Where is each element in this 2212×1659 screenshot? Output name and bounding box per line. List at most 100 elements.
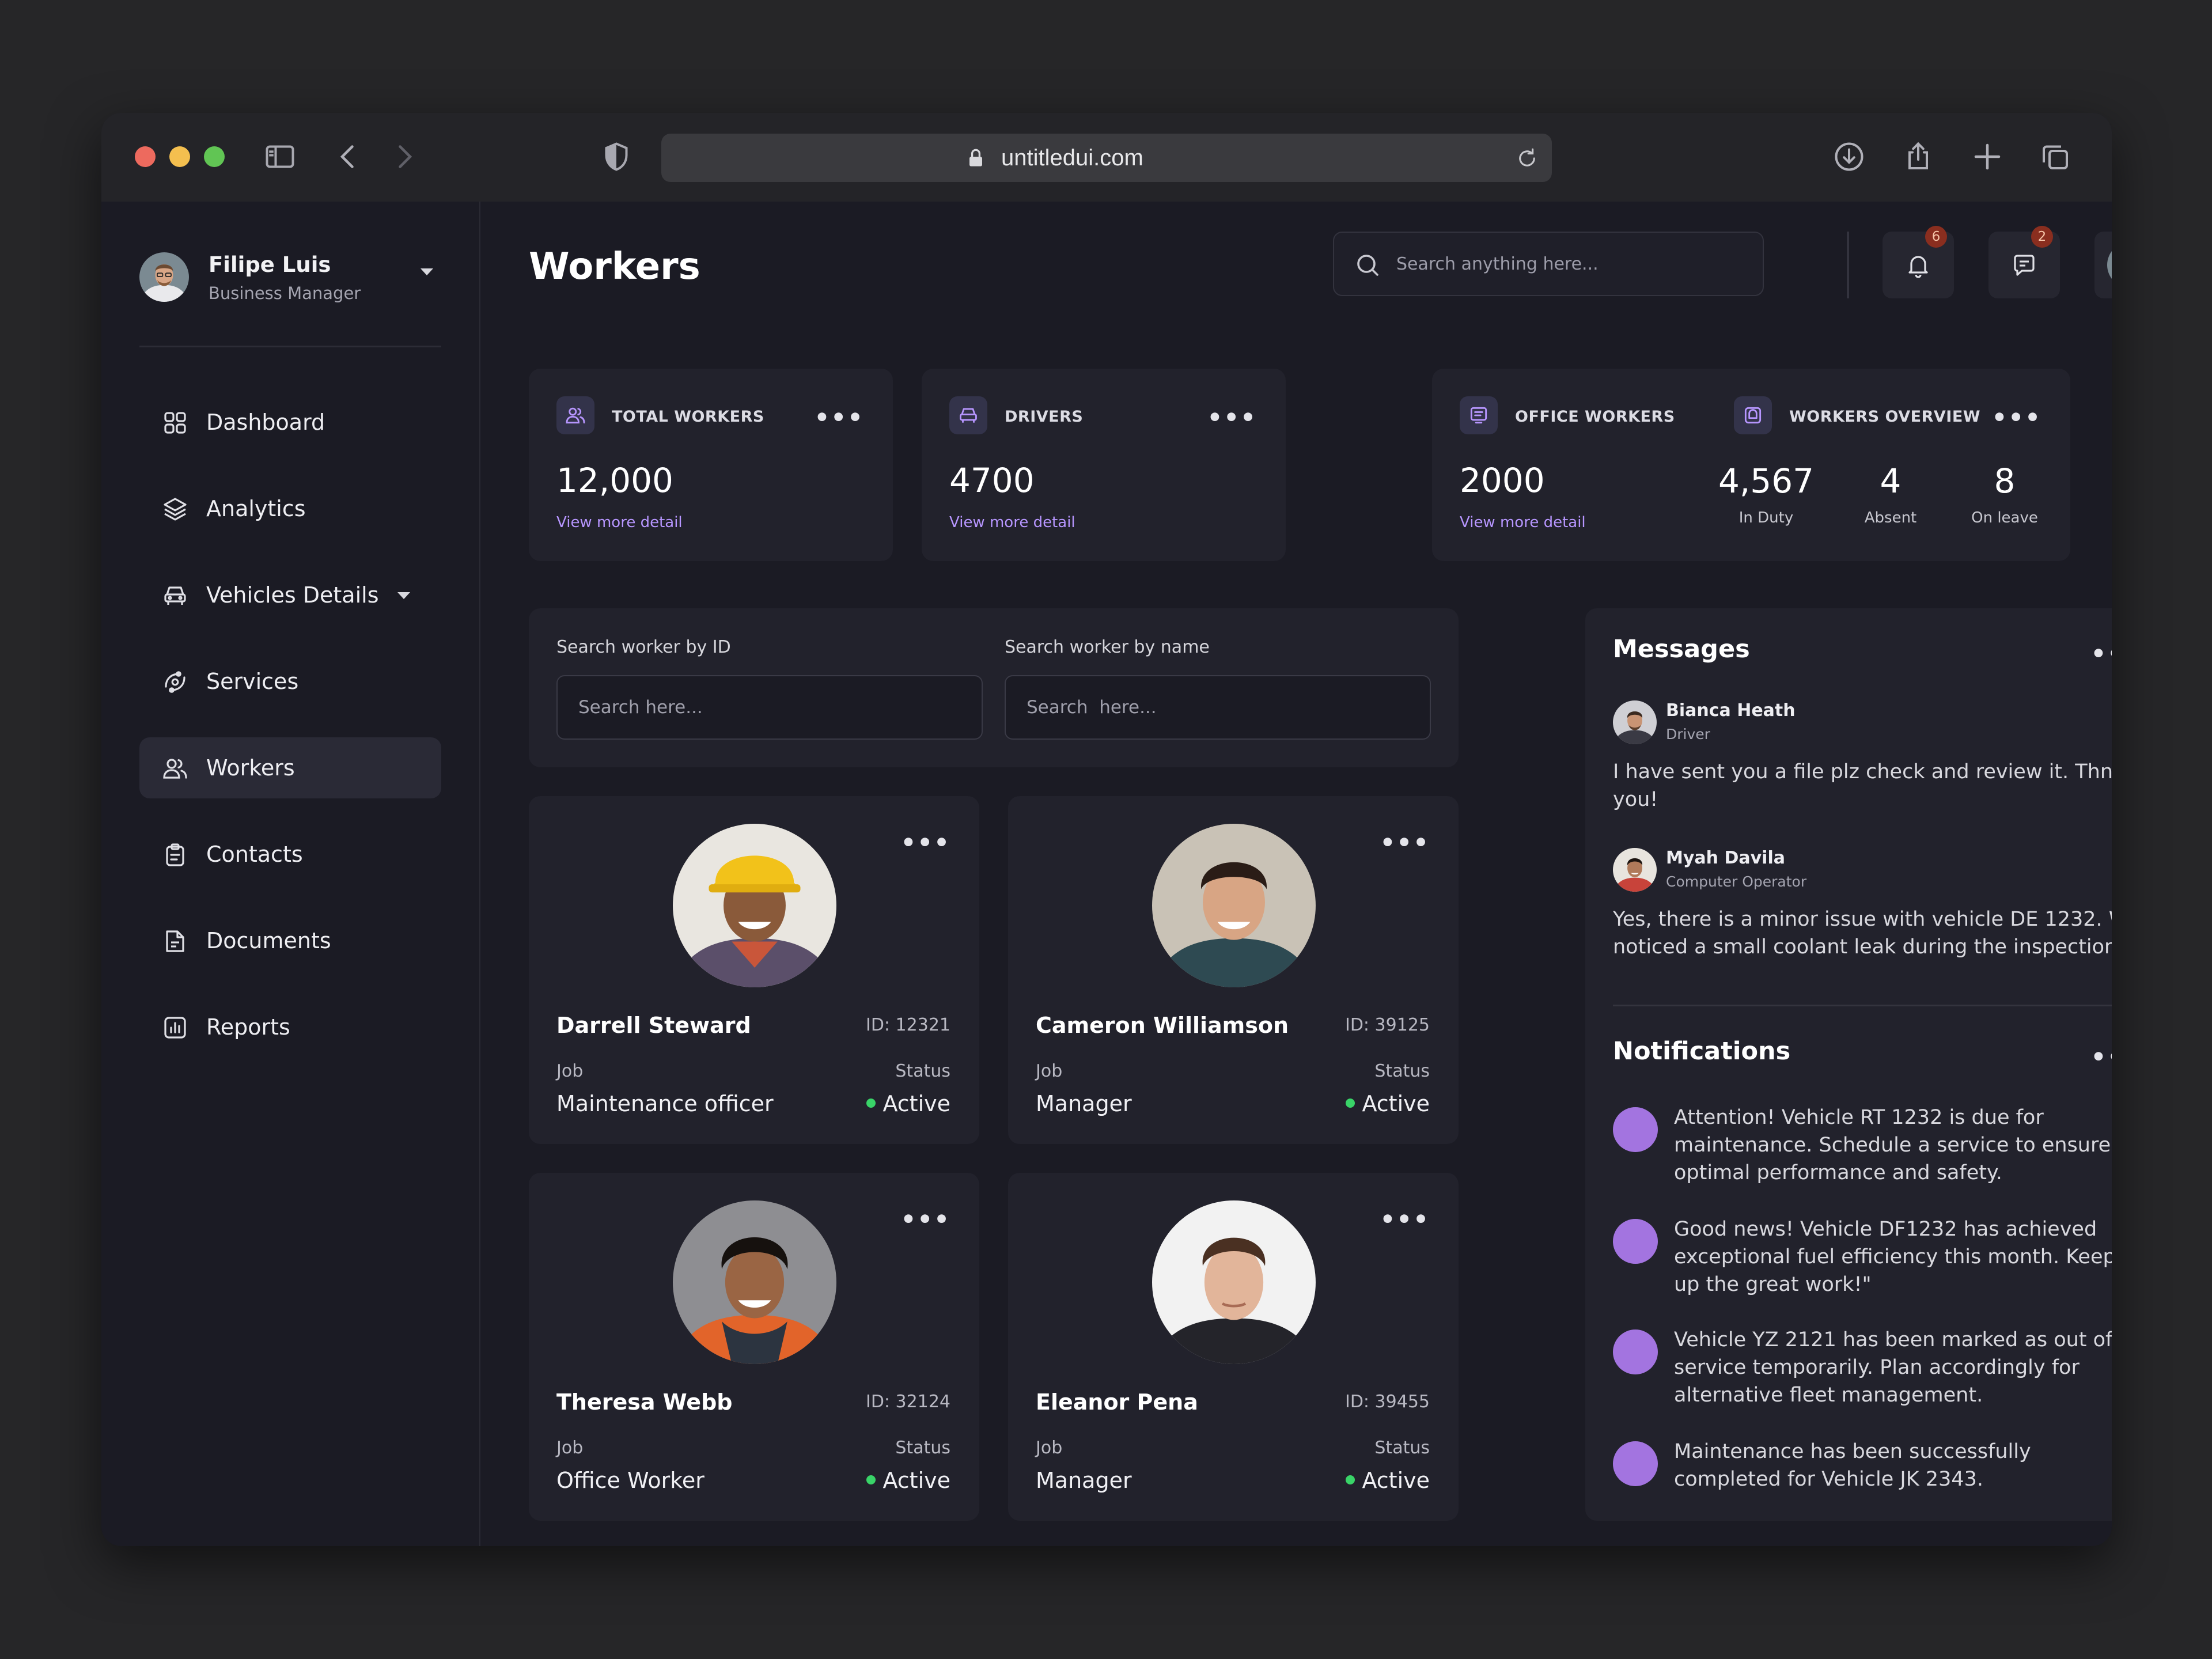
global-search[interactable] <box>1333 232 1764 296</box>
chevron-down-icon[interactable] <box>397 592 410 599</box>
status-label: Status <box>895 1438 950 1458</box>
worker-photo <box>673 1200 836 1364</box>
sidebar-item-dashboard[interactable]: Dashboard <box>139 392 441 453</box>
search-by-id-input[interactable] <box>556 675 983 740</box>
worker-card[interactable]: ••• Cameron Williamson ID: 39125 Job Sta… <box>1008 796 1459 1144</box>
car-icon <box>949 396 987 434</box>
document-icon <box>161 927 189 955</box>
reload-icon[interactable] <box>1515 146 1539 171</box>
search-by-name-input[interactable] <box>1005 675 1431 740</box>
view-more-link[interactable]: View more detail <box>1460 514 1586 531</box>
stat-label: TOTAL WORKERS <box>612 408 764 426</box>
minimize-window-button[interactable] <box>169 146 190 167</box>
search-by-id-label: Search worker by ID <box>556 637 731 657</box>
avatar <box>2107 242 2112 288</box>
messages-button[interactable]: 2 <box>1988 226 2060 298</box>
worker-card[interactable]: ••• Eleanor Pena ID: 39455 Job Status Ma… <box>1008 1173 1459 1521</box>
sidebar-item-workers[interactable]: Workers <box>139 737 441 798</box>
worker-status: Active <box>1362 1091 1430 1116</box>
worker-name: Eleanor Pena <box>1036 1389 1198 1415</box>
report-icon <box>161 1014 189 1041</box>
sidebar-nav: Dashboard Analytics Vehicles Details Ser… <box>139 392 441 1083</box>
status-badge: Active <box>1346 1468 1430 1493</box>
services-icon <box>161 668 189 696</box>
status-label: Status <box>1374 1061 1430 1081</box>
stat-value: 4700 <box>949 461 1035 500</box>
sidebar-toggle-icon[interactable] <box>263 139 297 174</box>
monitor-icon <box>1460 396 1498 434</box>
worker-photo <box>673 824 836 987</box>
share-icon[interactable] <box>1901 139 1936 174</box>
overview-value: 4,567 <box>1718 461 1815 501</box>
job-label: Job <box>1036 1438 1063 1458</box>
notifications-title: Notifications <box>1613 1037 1791 1066</box>
sidebar-item-vehicles-details[interactable]: Vehicles Details <box>139 565 441 626</box>
stat-value: 2000 <box>1460 461 1545 500</box>
worker-name: Darrell Steward <box>556 1013 751 1038</box>
worker-job: Maintenance officer <box>556 1091 774 1116</box>
worker-search-panel: Search worker by ID Search worker by nam… <box>529 608 1459 767</box>
new-tab-icon[interactable] <box>1970 139 2005 174</box>
users-icon <box>161 755 189 782</box>
tabs-overview-icon[interactable] <box>2038 139 2073 174</box>
more-options-icon[interactable]: ••• <box>1991 406 2041 430</box>
status-dot-icon <box>866 1475 876 1484</box>
worker-photo <box>1152 1200 1316 1364</box>
sidebar-item-analytics[interactable]: Analytics <box>139 478 441 539</box>
notifications-badge: 6 <box>1925 226 1947 248</box>
worker-card[interactable]: ••• Theresa Webb ID: 32124 Job Status Of… <box>529 1173 979 1521</box>
stat-card-drivers: DRIVERS ••• 4700 View more detail <box>922 369 1286 561</box>
message-role: Driver <box>1666 726 1710 743</box>
more-options-icon[interactable]: ••• <box>1207 406 1257 430</box>
maximize-window-button[interactable] <box>204 146 225 167</box>
job-label: Job <box>1036 1061 1063 1081</box>
status-dot-icon <box>1346 1098 1355 1108</box>
more-options-icon[interactable]: ••• <box>2090 642 2112 666</box>
user-profile-menu[interactable]: Filipe Luis Business Manager <box>139 248 441 311</box>
status-badge: Active <box>866 1091 950 1116</box>
stat-card-office-and-overview: OFFICE WORKERS 2000 View more detail WOR… <box>1432 369 2070 561</box>
more-options-icon[interactable]: ••• <box>900 1207 950 1232</box>
back-icon[interactable] <box>331 139 365 174</box>
more-options-icon[interactable]: ••• <box>900 831 950 855</box>
search-input[interactable] <box>1396 247 1742 281</box>
worker-id: ID: 39125 <box>1344 1015 1430 1035</box>
view-more-link[interactable]: View more detail <box>556 514 683 531</box>
more-options-icon[interactable]: ••• <box>1380 1207 1430 1232</box>
worker-card[interactable]: ••• Darrell Steward ID: 12321 Job Status… <box>529 796 979 1144</box>
download-icon[interactable] <box>1832 139 1866 174</box>
message-text: Yes, there is a minor issue with vehicle… <box>1613 908 2112 959</box>
status-badge: Active <box>1346 1091 1430 1116</box>
worker-id: ID: 32124 <box>865 1392 950 1412</box>
status-badge: Active <box>866 1468 950 1493</box>
sidebar-item-reports[interactable]: Reports <box>139 997 441 1058</box>
layers-icon <box>161 495 189 523</box>
shield-icon[interactable] <box>599 139 634 174</box>
messages-notifications-panel: Messages ••• Bianca Heath Driver I have … <box>1585 608 2112 1521</box>
sidebar-item-contacts[interactable]: Contacts <box>139 824 441 885</box>
more-options-icon[interactable]: ••• <box>2090 1045 2112 1069</box>
status-dot-icon <box>1346 1475 1355 1484</box>
notifications-button[interactable]: 6 <box>1883 226 1954 298</box>
notification-dot-icon <box>1613 1107 1658 1152</box>
more-options-icon[interactable]: ••• <box>1380 831 1430 855</box>
clipboard-icon <box>161 841 189 869</box>
worker-job: Office Worker <box>556 1468 704 1493</box>
account-avatar-button[interactable] <box>2094 232 2112 298</box>
worker-status: Active <box>882 1091 950 1116</box>
notification-text: Vehicle YZ 2121 has been marked as out o… <box>1674 1328 2112 1407</box>
sidebar-item-services[interactable]: Services <box>139 651 441 712</box>
worker-name: Cameron Williamson <box>1036 1013 1289 1038</box>
stat-label: DRIVERS <box>1005 408 1084 426</box>
sidebar-item-documents[interactable]: Documents <box>139 910 441 971</box>
url-text: untitledui.com <box>1001 145 1143 171</box>
chevron-down-icon[interactable] <box>421 268 433 275</box>
worker-id: ID: 12321 <box>865 1015 950 1035</box>
forward-icon[interactable] <box>387 139 422 174</box>
view-more-link[interactable]: View more detail <box>949 514 1075 531</box>
worker-status: Active <box>1362 1468 1430 1493</box>
close-window-button[interactable] <box>135 146 156 167</box>
address-bar[interactable]: untitledui.com <box>661 134 1552 182</box>
overview-on-leave: 8 On leave <box>1953 461 2056 527</box>
more-options-icon[interactable]: ••• <box>814 406 864 430</box>
